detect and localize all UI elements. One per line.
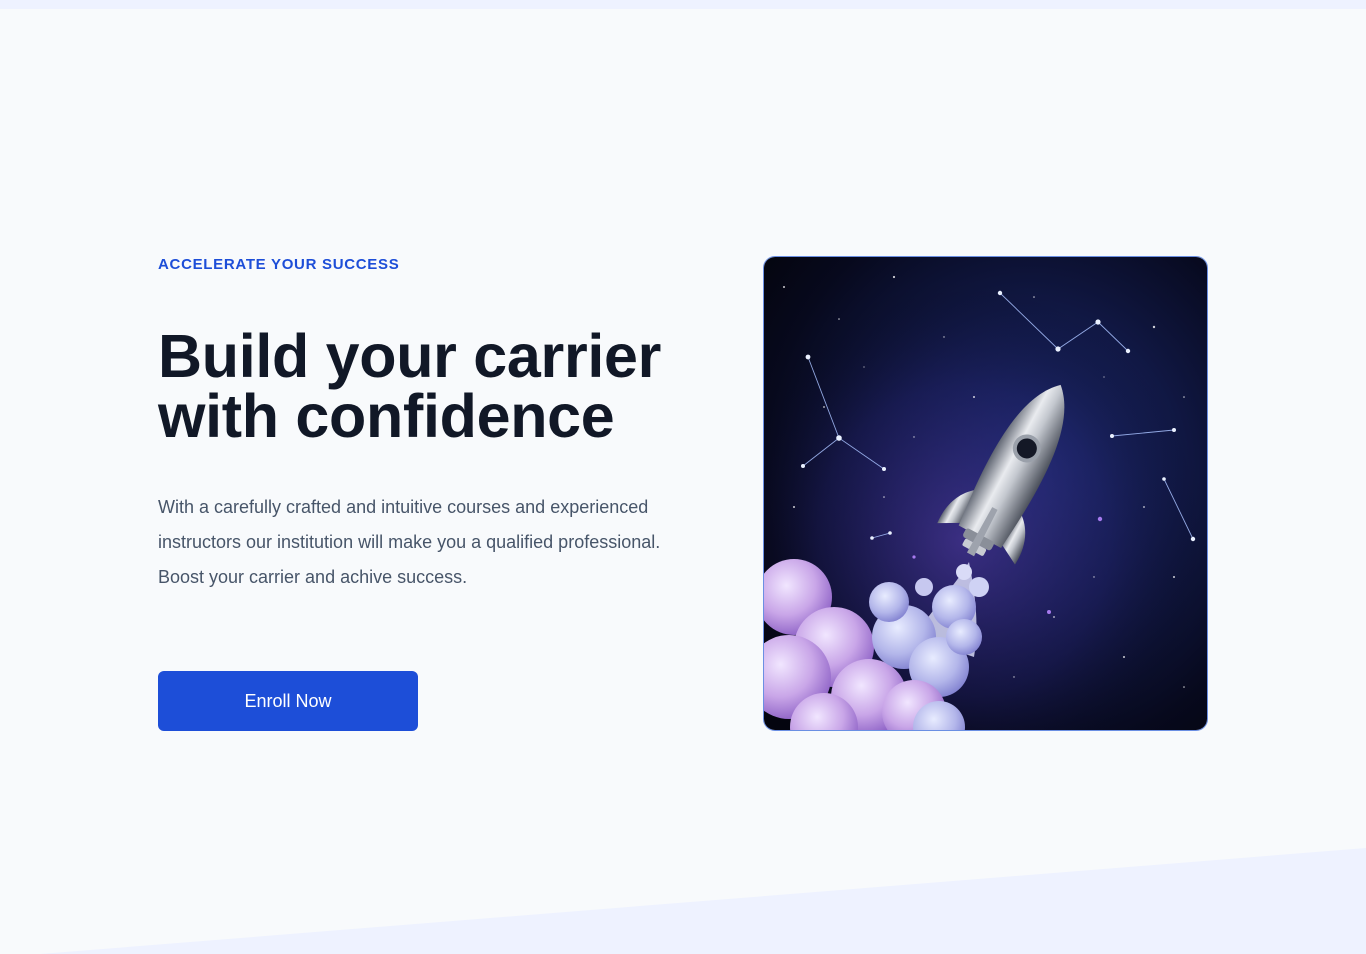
hero-description: With a carefully crafted and intuitive c…	[158, 497, 661, 587]
rocket-launch-illustration	[763, 256, 1208, 731]
headline: Build your carrier with confidence	[158, 326, 718, 447]
eyebrow: ACCELERATE YOUR SUCCESS	[158, 256, 400, 273]
headline-line-2: with confidence	[158, 382, 615, 450]
hero-text: ACCELERATE YOUR SUCCESS Build your carri…	[158, 256, 718, 595]
enroll-now-button[interactable]: Enroll Now	[158, 671, 418, 731]
top-strip	[0, 0, 1366, 9]
headline-line-1: Build your carrier	[158, 322, 662, 390]
rocket-scene	[764, 257, 1207, 730]
